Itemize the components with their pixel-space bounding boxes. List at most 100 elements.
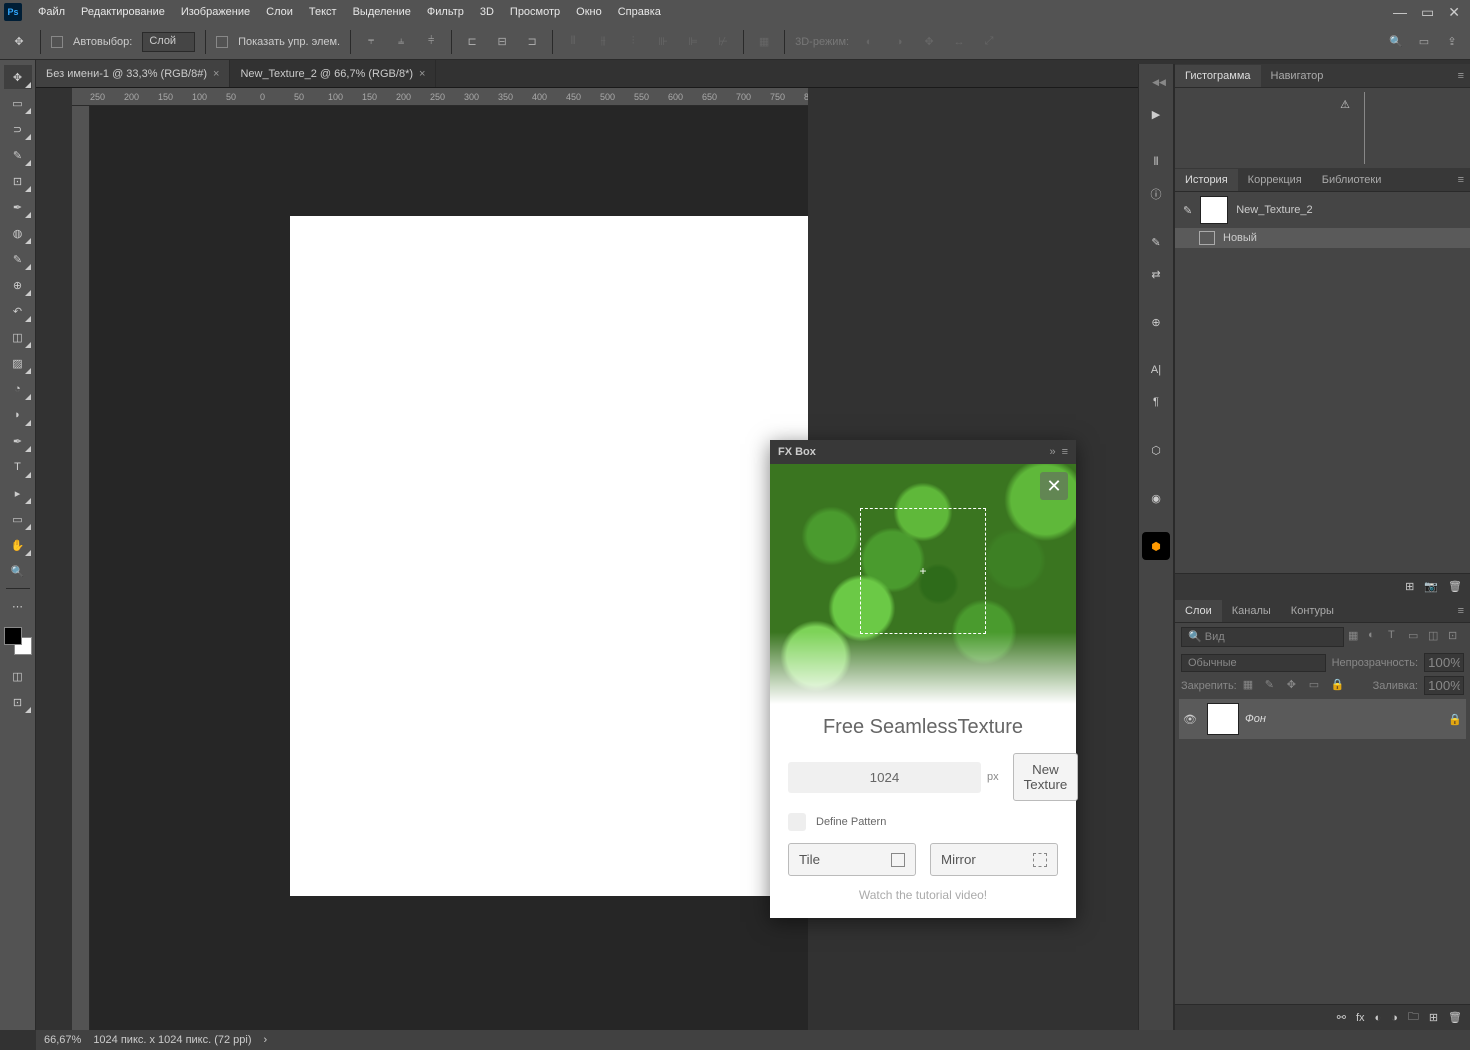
fill-input[interactable] — [1424, 676, 1464, 695]
properties-panel-icon[interactable]: ⫴ — [1142, 148, 1170, 176]
new-layer-icon[interactable]: ⊞ — [1429, 1011, 1438, 1024]
paragraph-panel-icon[interactable]: ¶ — [1142, 388, 1170, 416]
document-tab-1[interactable]: Без имени-1 @ 33,3% (RGB/8#) × — [36, 60, 230, 87]
align-left-icon[interactable]: ⊏ — [462, 32, 482, 52]
marquee-tool[interactable]: ▭ — [4, 91, 32, 115]
fxbox-define-pattern-checkbox[interactable] — [788, 813, 806, 831]
layer-group-icon[interactable]: 🗀 — [1408, 1008, 1419, 1027]
window-close[interactable]: ✕ — [1448, 4, 1460, 21]
histogram-tab[interactable]: Гистограмма — [1175, 65, 1261, 87]
layers-tab[interactable]: Слои — [1175, 600, 1222, 622]
align-vcenter-icon[interactable]: ⫨ — [391, 32, 411, 52]
info-panel-icon[interactable]: ⓘ — [1142, 180, 1170, 208]
distribute-6-icon[interactable]: ⊬ — [713, 32, 733, 52]
window-maximize[interactable]: ▭ — [1421, 4, 1434, 21]
menu-text[interactable]: Текст — [301, 2, 345, 22]
brush-panel-icon[interactable]: ✎ — [1142, 228, 1170, 256]
tab-2-close[interactable]: × — [419, 68, 425, 80]
3d-orbit-icon[interactable]: ◐ — [859, 32, 879, 52]
filter-pixel-icon[interactable]: ▦ — [1348, 629, 1364, 645]
menu-view[interactable]: Просмотр — [502, 2, 568, 22]
quickmask-tool[interactable]: ◫ — [4, 664, 32, 688]
healing-tool[interactable]: ◍ — [4, 221, 32, 245]
ruler-horizontal[interactable]: 2502001501005005010015020025030035040045… — [72, 88, 808, 106]
show-controls-checkbox[interactable] — [216, 36, 228, 48]
history-new-snapshot-icon[interactable]: ⊞ — [1405, 580, 1414, 593]
move-tool[interactable]: ✥ — [4, 65, 32, 89]
layer-name[interactable]: Фон — [1245, 713, 1266, 725]
3d-roll-icon[interactable]: ◑ — [889, 32, 909, 52]
canvas-content[interactable] — [290, 216, 808, 896]
3d-scale-icon[interactable]: ⤢ — [979, 32, 999, 52]
distribute-4-icon[interactable]: ⊪ — [653, 32, 673, 52]
pen-tool[interactable]: ✒ — [4, 429, 32, 453]
quick-select-tool[interactable]: ✎ — [4, 143, 32, 167]
layers-filter-dropdown[interactable]: 🔍 Вид — [1181, 627, 1344, 647]
3d-panel-icon[interactable]: ⬡ — [1142, 436, 1170, 464]
history-document[interactable]: ✎ New_Texture_2 — [1175, 192, 1470, 228]
character-panel-icon[interactable]: A| — [1142, 356, 1170, 384]
tab-1-close[interactable]: × — [213, 68, 219, 80]
adjustments-tab[interactable]: Коррекция — [1238, 169, 1312, 191]
filter-shape-icon[interactable]: ▭ — [1408, 629, 1424, 645]
autoselect-checkbox[interactable] — [51, 36, 63, 48]
blur-tool[interactable]: ◔ — [4, 377, 32, 401]
workspace-icon[interactable]: ▭ — [1414, 32, 1434, 52]
menu-filter[interactable]: Фильтр — [419, 2, 472, 22]
canvas[interactable] — [90, 106, 808, 1030]
fxbox-mirror-button[interactable]: Mirror — [930, 843, 1058, 876]
filter-text-icon[interactable]: T — [1388, 629, 1404, 645]
eyedropper-tool[interactable]: ✒ — [4, 195, 32, 219]
eraser-tool[interactable]: ◫ — [4, 325, 32, 349]
measure-panel-icon[interactable]: ◉ — [1142, 484, 1170, 512]
lock-pixels-icon[interactable]: ✎ — [1265, 678, 1281, 694]
history-trash-icon[interactable]: 🗑 — [1448, 580, 1462, 593]
stamp-tool[interactable]: ⊕ — [4, 273, 32, 297]
history-camera-icon[interactable]: 📷 — [1424, 580, 1438, 593]
history-step-new[interactable]: Новый — [1175, 228, 1470, 248]
lock-all-icon[interactable]: 🔒 — [1331, 678, 1347, 694]
menu-select[interactable]: Выделение — [345, 2, 419, 22]
lock-transparent-icon[interactable]: ▦ — [1243, 678, 1259, 694]
layer-lock-icon[interactable]: 🔒 — [1448, 713, 1462, 726]
search-icon[interactable]: 🔍 — [1386, 32, 1406, 52]
fxbox-tutorial-link[interactable]: Watch the tutorial video! — [788, 888, 1058, 902]
hand-tool[interactable]: ✋ — [4, 533, 32, 557]
distribute-5-icon[interactable]: ⊫ — [683, 32, 703, 52]
autoselect-dropdown[interactable]: Слой — [142, 32, 195, 52]
window-minimize[interactable]: — — [1393, 4, 1407, 21]
share-icon[interactable]: ⇪ — [1442, 32, 1462, 52]
crop-tool[interactable]: ⊡ — [4, 169, 32, 193]
paths-tab[interactable]: Контуры — [1281, 600, 1344, 622]
expand-strip-icon[interactable]: ◀◀ — [1145, 68, 1173, 96]
screenmode-tool[interactable]: ⊡ — [4, 690, 32, 714]
menu-image[interactable]: Изображение — [173, 2, 258, 22]
channels-tab[interactable]: Каналы — [1222, 600, 1281, 622]
play-panel-icon[interactable]: ▶ — [1142, 100, 1170, 128]
layer-fx-icon[interactable]: fx — [1356, 1012, 1365, 1024]
align-top-icon[interactable]: ⫧ — [361, 32, 381, 52]
zoom-level[interactable]: 66,67% — [44, 1034, 81, 1046]
filter-smart-icon[interactable]: ◫ — [1428, 629, 1444, 645]
shape-tool[interactable]: ▭ — [4, 507, 32, 531]
ruler-vertical[interactable] — [72, 106, 90, 1030]
fxbox-collapse-icon[interactable]: » — [1049, 446, 1055, 458]
lock-position-icon[interactable]: ✥ — [1287, 678, 1303, 694]
fxbox-launcher-icon[interactable]: ⬢ — [1142, 532, 1170, 560]
adjustment-layer-icon[interactable]: ◑ — [1391, 1012, 1398, 1024]
brush-tool[interactable]: ✎ — [4, 247, 32, 271]
foreground-color[interactable] — [4, 627, 22, 645]
align-bottom-icon[interactable]: ⫩ — [421, 32, 441, 52]
filter-adjust-icon[interactable]: ◐ — [1368, 629, 1384, 645]
path-select-tool[interactable]: ▸ — [4, 481, 32, 505]
delete-layer-icon[interactable]: 🗑 — [1448, 1011, 1462, 1024]
menu-file[interactable]: Файл — [30, 2, 73, 22]
move-tool-indicator[interactable]: ✥ — [8, 31, 30, 53]
zoom-tool[interactable]: 🔍 — [4, 559, 32, 583]
status-chevron-icon[interactable]: › — [264, 1034, 268, 1046]
blend-mode-dropdown[interactable]: Обычные — [1181, 654, 1326, 672]
dodge-tool[interactable]: ◗ — [4, 403, 32, 427]
histogram-menu-icon[interactable]: ≡ — [1452, 70, 1470, 82]
document-tab-2[interactable]: New_Texture_2 @ 66,7% (RGB/8*) × — [230, 60, 436, 87]
menu-edit[interactable]: Редактирование — [73, 2, 173, 22]
